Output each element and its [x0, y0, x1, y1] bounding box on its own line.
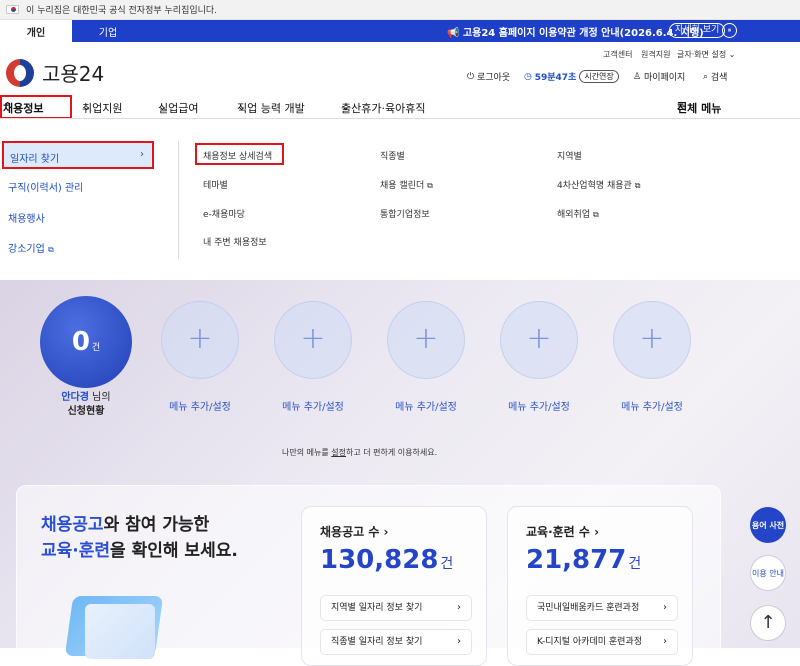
- plus-icon: +: [187, 321, 213, 356]
- submenu-nearby[interactable]: 내 주변 채용정보: [203, 235, 267, 248]
- hero-section: 0건 안다경 님의 신청현황 + + + + + 메뉴 추가/설정 메뉴 추가/설…: [0, 280, 800, 666]
- gov-banner: 이 누리집은 대한민국 공식 전자정부 누리집입니다.: [0, 0, 800, 20]
- session-timer: ◷ 59분47초 시간연장: [524, 70, 619, 83]
- submenu-region[interactable]: 지역별: [557, 149, 582, 162]
- plus-icon: +: [526, 321, 552, 356]
- plus-icon: +: [300, 321, 326, 356]
- submenu-detail-search[interactable]: 채용정보 상세검색: [203, 149, 272, 162]
- chevron-right-icon: ›: [140, 149, 144, 160]
- nav-highlight-box: [0, 95, 72, 119]
- add-menu-button[interactable]: +: [387, 301, 465, 379]
- taegeuk-logo-icon: [6, 58, 34, 87]
- search-icon: ⌕: [703, 71, 711, 82]
- customer-center-link[interactable]: 고객센터: [603, 49, 632, 60]
- job-count-title[interactable]: 채용공고 수 ›: [320, 523, 389, 540]
- add-menu-button[interactable]: +: [161, 301, 239, 379]
- submenu-4th-industry[interactable]: 4차산업혁명 채용관 ⧉: [557, 178, 640, 191]
- add-menu-label[interactable]: 메뉴 추가/설정: [268, 398, 358, 413]
- plus-icon: +: [413, 321, 439, 356]
- menu-item-job-search[interactable]: 일자리 찾기 ›: [2, 141, 154, 169]
- external-link-icon: ⧉: [427, 181, 433, 190]
- chevron-right-icon: ›: [457, 636, 461, 647]
- menu-item-small-giant[interactable]: 강소기업 ⧉: [8, 240, 54, 255]
- mypage-link[interactable]: ♙ 마이페이지: [633, 70, 685, 84]
- mega-menu: 일자리 찾기 › 구직(이력서) 관리 채용행사 강소기업 ⧉ 채용정보 상세검색…: [0, 118, 800, 280]
- megaphone-icon: 📢: [447, 28, 463, 39]
- setting-link[interactable]: 설정: [331, 448, 346, 457]
- add-menu-button[interactable]: +: [613, 301, 691, 379]
- add-menu-button[interactable]: +: [500, 301, 578, 379]
- search-button[interactable]: ⌕ 검색: [703, 70, 727, 84]
- training-count-card: 교육·훈련 수 › 21,877 건 국민내일배움카드 훈련과정 › K-디지털 아…: [507, 506, 693, 666]
- training-count-value: 21,877 건: [526, 545, 642, 575]
- add-menu-label[interactable]: 메뉴 추가/설정: [155, 398, 245, 413]
- extend-time-button[interactable]: 시간연장: [579, 70, 619, 83]
- submenu-theme[interactable]: 테마별: [203, 178, 228, 191]
- notice-bar: 개인 기업 📢 고용24 홈페이지 이용약관 개정 안내(2026.6.4. 시…: [0, 20, 800, 42]
- add-menu-button[interactable]: +: [274, 301, 352, 379]
- external-link-icon: ⧉: [48, 245, 54, 254]
- add-menu-label[interactable]: 메뉴 추가/설정: [607, 398, 697, 413]
- application-status-label: 안다경 님의 신청현황: [61, 392, 111, 417]
- submenu-e-recruit[interactable]: e-채용마당: [203, 207, 245, 220]
- chevron-down-icon: ⌄: [158, 100, 168, 113]
- external-link-icon: ⧉: [634, 181, 641, 190]
- menu-item-job-fair[interactable]: 채용행사: [8, 210, 45, 225]
- detail-button[interactable]: 자세히 보기: [669, 23, 726, 38]
- logout-button[interactable]: ⏻ 로그아웃: [467, 70, 510, 84]
- job-count-card: 채용공고 수 › 130,828 건 지역별 일자리 정보 찾기 › 직종별 일자리…: [301, 506, 487, 666]
- add-menu-label[interactable]: 메뉴 추가/설정: [381, 398, 471, 413]
- chevron-right-icon: ›: [663, 602, 667, 613]
- application-status-circle[interactable]: 0건: [40, 296, 132, 388]
- k-digital-link[interactable]: K-디지털 아카데미 훈련과정 ›: [526, 629, 678, 655]
- summary-panel: 채용공고와 참여 가능한 교육·훈련을 확인해 보세요. 채용공고 수 › 130…: [16, 485, 721, 666]
- guide-button[interactable]: 이용 안내: [750, 555, 786, 591]
- submenu-overseas[interactable]: 해외취업 ⧉: [557, 207, 599, 220]
- pause-icon[interactable]: ⏸: [722, 23, 737, 38]
- tab-company[interactable]: 기업: [72, 20, 144, 42]
- divider: [178, 141, 179, 259]
- add-menu-label[interactable]: 메뉴 추가/설정: [494, 398, 584, 413]
- notice-text[interactable]: 📢 고용24 홈페이지 이용약관 개정 안내(2026.6.4. 시행): [447, 24, 704, 39]
- region-job-link[interactable]: 지역별 일자리 정보 찾기 ›: [320, 595, 472, 621]
- chevron-down-icon: ⌄: [728, 50, 736, 59]
- panel-title: 채용공고와 참여 가능한 교육·훈련을 확인해 보세요.: [41, 515, 238, 561]
- glossary-button[interactable]: 용어 사전: [750, 507, 786, 543]
- chevron-down-icon: ⌄: [82, 100, 92, 113]
- occupation-job-link[interactable]: 직종별 일자리 정보 찾기 ›: [320, 629, 472, 655]
- submenu-occupation[interactable]: 직종별: [380, 149, 405, 162]
- naeil-card-link[interactable]: 국민내일배움카드 훈련과정 ›: [526, 595, 678, 621]
- chevron-right-icon: ›: [457, 602, 461, 613]
- menu-hint: 나만의 메뉴를 설정하고 더 편하게 이용하세요.: [282, 448, 438, 457]
- submenu-company-info[interactable]: 통합기업정보: [380, 207, 430, 220]
- plus-icon: +: [639, 321, 665, 356]
- site-logo[interactable]: 고용24: [6, 58, 104, 87]
- job-count-value: 130,828 건: [320, 545, 454, 575]
- user-icon: ♙: [633, 71, 644, 82]
- chevron-right-icon: ›: [663, 636, 667, 647]
- tab-personal[interactable]: 개인: [0, 20, 72, 42]
- display-setting-link[interactable]: 글자·화면 설정 ⌄: [677, 49, 736, 60]
- arrow-up-icon: ↑: [760, 612, 776, 633]
- clock-icon: ◷: [524, 71, 535, 82]
- submenu-calendar[interactable]: 채용 캘린더 ⧉: [380, 178, 433, 191]
- main-nav: 채용정보 ⌃ 취업지원 ⌄ 실업급여 ⌄ 직업 능력 개발 ⌄ 출산휴가·육아휴…: [3, 100, 722, 115]
- scroll-top-button[interactable]: ↑: [750, 605, 786, 641]
- document-illustration-icon: [85, 604, 155, 659]
- power-icon: ⏻: [467, 71, 477, 82]
- external-link-icon: ⧉: [593, 210, 599, 219]
- remote-support-link[interactable]: 원격지원: [641, 49, 670, 60]
- chevron-down-icon: ⌄: [237, 100, 247, 113]
- menu-item-resume[interactable]: 구직(이력서) 관리: [8, 179, 83, 194]
- training-count-title[interactable]: 교육·훈련 수 ›: [526, 523, 599, 540]
- chevron-down-icon: ⌄: [341, 100, 351, 113]
- korea-flag-icon: [6, 5, 19, 14]
